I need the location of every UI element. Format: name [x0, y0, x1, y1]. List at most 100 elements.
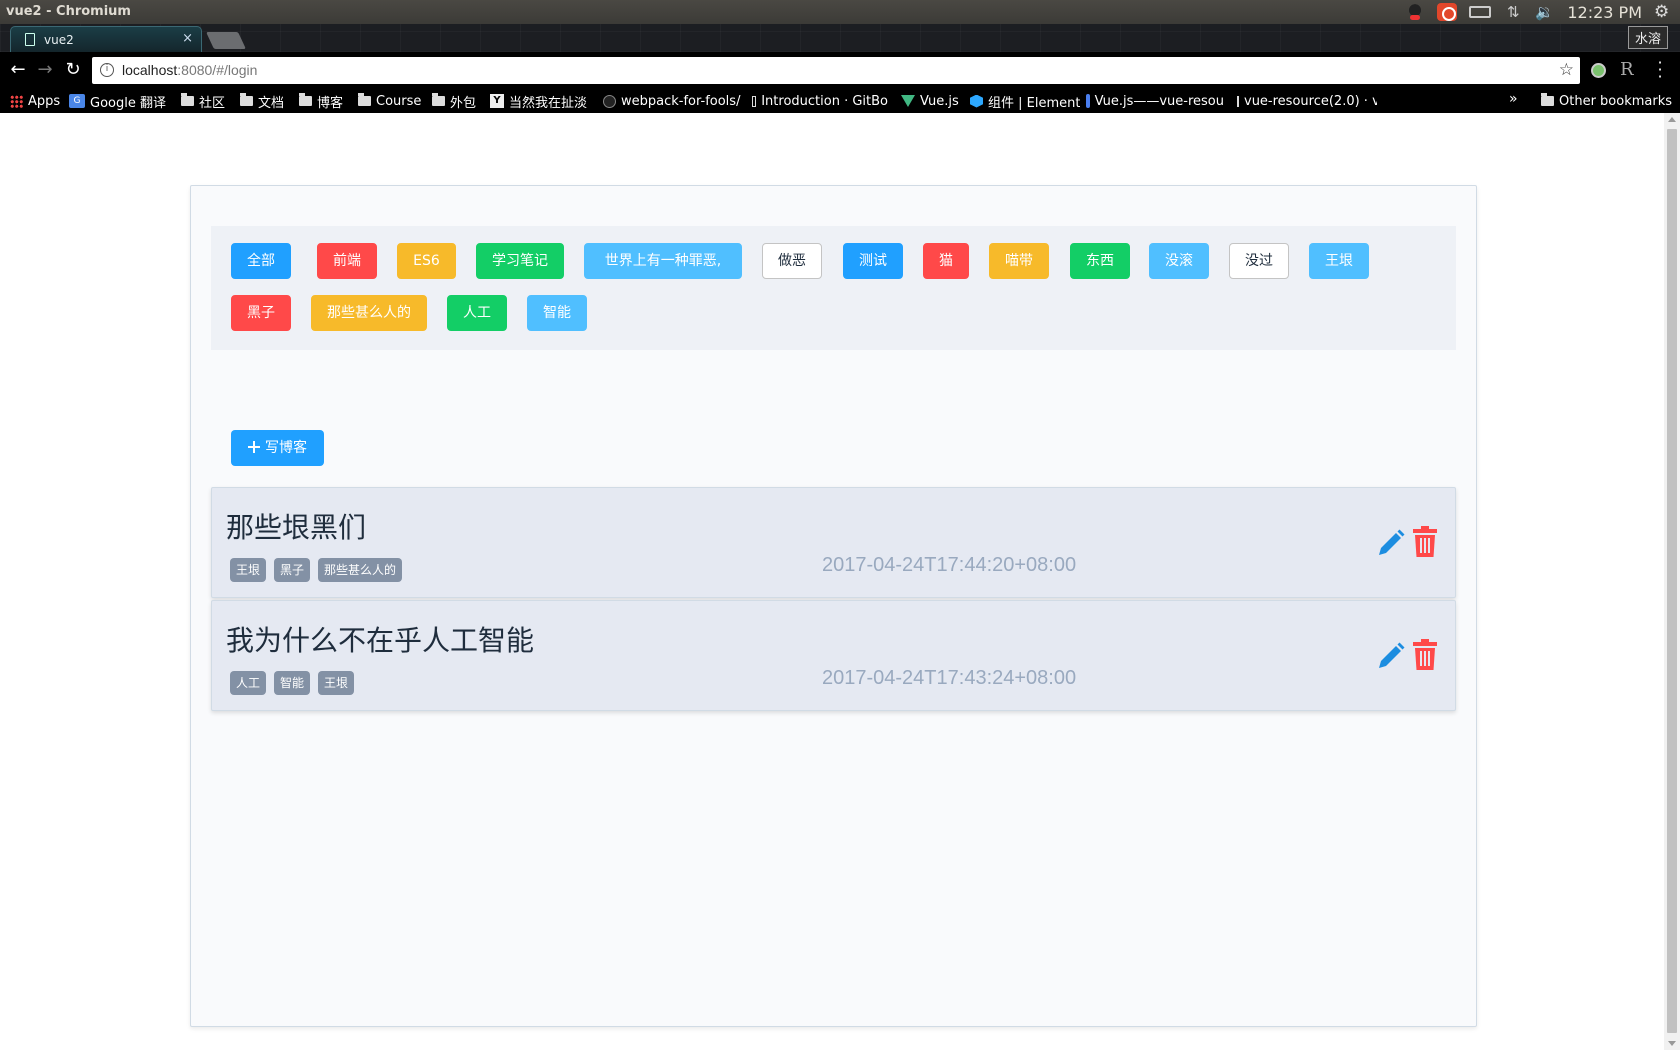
- tag-button[interactable]: 全部: [231, 243, 291, 279]
- extension-r-icon[interactable]: R: [1620, 59, 1634, 80]
- more-bookmarks-icon[interactable]: »: [1509, 91, 1518, 107]
- bookmark-apps[interactable]: Apps: [10, 92, 60, 110]
- tag-filter-panel: 全部 前端 ES6 学习笔记 世界上有一种罪恶, 做恶 测试 猫 喵带 东西 没…: [211, 226, 1456, 350]
- tag-button[interactable]: ES6: [397, 243, 456, 279]
- tag-button[interactable]: 世界上有一种罪恶,: [584, 243, 742, 279]
- delete-trash-icon[interactable]: [1412, 526, 1438, 558]
- page-scrollbar[interactable]: [1664, 113, 1680, 1050]
- tag-button[interactable]: 没过: [1229, 243, 1289, 279]
- delete-trash-icon[interactable]: [1412, 639, 1438, 671]
- post-tag[interactable]: 黑子: [274, 558, 311, 582]
- gitbook-icon: [752, 95, 757, 107]
- tag-button[interactable]: 智能: [527, 295, 587, 331]
- edit-pencil-icon[interactable]: [1376, 528, 1406, 558]
- system-tray: ⇅ 🔉 12:23 PM ⚙: [1405, 2, 1674, 22]
- folder-icon: [299, 93, 312, 106]
- folder-icon: [432, 93, 445, 106]
- forward-arrow-icon[interactable]: →: [33, 58, 57, 82]
- post-tags: 人工 智能 王垠: [230, 671, 355, 695]
- os-top-bar: vue2 - Chromium ⇅ 🔉 12:23 PM ⚙: [0, 0, 1680, 24]
- reload-icon[interactable]: ↻: [61, 58, 85, 82]
- google-translate-icon: G: [69, 94, 85, 108]
- tag-button[interactable]: 做恶: [762, 243, 822, 279]
- page-viewport: 全部 前端 ES6 学习笔记 世界上有一种罪恶, 做恶 测试 猫 喵带 东西 没…: [0, 113, 1664, 1050]
- volume-icon[interactable]: 🔉: [1535, 3, 1555, 21]
- tag-button[interactable]: 猫: [923, 243, 969, 279]
- tag-button[interactable]: 人工: [447, 295, 507, 331]
- vue-icon: [901, 95, 915, 107]
- post-title[interactable]: 那些垠黑们: [226, 506, 366, 546]
- bookmark-other[interactable]: Other bookmarks: [1541, 92, 1672, 110]
- address-bar[interactable]: i localhost:8080/#/login ☆: [92, 57, 1580, 84]
- clock[interactable]: 12:23 PM: [1567, 3, 1642, 22]
- bookmark-link[interactable]: Introduction · GitBo: [752, 92, 888, 110]
- tab-title: vue2: [44, 33, 74, 47]
- folder-icon: [358, 93, 371, 106]
- keyboard-icon[interactable]: [1469, 6, 1492, 18]
- tag-button[interactable]: 王垠: [1309, 243, 1369, 279]
- bookmark-folder[interactable]: 外包: [432, 92, 476, 110]
- bookmark-folder[interactable]: 文档: [240, 92, 284, 110]
- bookmark-folder[interactable]: 博客: [299, 92, 343, 110]
- tag-button[interactable]: 前端: [317, 243, 377, 279]
- tag-button[interactable]: 学习笔记: [476, 243, 564, 279]
- menu-dots-icon[interactable]: · · ·: [1655, 55, 1665, 85]
- scroll-up-arrow-icon[interactable]: [1668, 117, 1676, 122]
- post-title[interactable]: 我为什么不在乎人工智能: [226, 619, 534, 659]
- scroll-down-arrow-icon[interactable]: [1668, 1041, 1676, 1046]
- gitbook-icon: [1237, 95, 1239, 107]
- post-item[interactable]: 我为什么不在乎人工智能 人工 智能 王垠 2017-04-24T17:43:24…: [211, 600, 1456, 711]
- post-date: 2017-04-24T17:43:24+08:00: [822, 667, 1077, 689]
- bookmark-link[interactable]: 组件 | Element: [970, 92, 1080, 110]
- bookmark-folder[interactable]: 社区: [181, 92, 225, 110]
- write-blog-button[interactable]: 写博客: [231, 430, 324, 466]
- post-tag[interactable]: 王垠: [230, 558, 267, 582]
- github-icon: [603, 94, 616, 108]
- folder-icon: [240, 93, 253, 106]
- weibo-icon[interactable]: [1437, 3, 1458, 21]
- tab-vue2[interactable]: vue2 ×: [10, 26, 202, 52]
- star-icon[interactable]: ☆: [1559, 60, 1574, 80]
- network-icon[interactable]: ⇅: [1503, 3, 1523, 21]
- info-icon[interactable]: i: [100, 63, 114, 77]
- bookmark-link[interactable]: vue-resource(2.0) · v: [1237, 92, 1377, 110]
- bookmark-google-translate[interactable]: G Google 翻译: [69, 92, 166, 110]
- y-icon: Y: [490, 94, 504, 108]
- tab-strip: vue2 × 水溶: [0, 24, 1680, 52]
- tag-button[interactable]: 黑子: [231, 295, 291, 331]
- bookmarks-bar: Apps G Google 翻译 社区 文档 博客 Course 外包 Y 当然…: [0, 89, 1680, 113]
- folder-icon: [1541, 93, 1554, 106]
- bookmark-link[interactable]: webpack-for-fools/: [603, 92, 743, 110]
- post-tag[interactable]: 人工: [230, 671, 267, 695]
- bookmark-link[interactable]: Vue.js: [901, 92, 959, 110]
- gear-icon[interactable]: ⚙: [1654, 3, 1674, 21]
- extension-green-icon[interactable]: [1591, 63, 1606, 78]
- tag-button[interactable]: 喵带: [989, 243, 1049, 279]
- url-text[interactable]: localhost:8080/#/login: [122, 62, 257, 78]
- bookmark-folder[interactable]: Course: [358, 92, 421, 110]
- tag-button[interactable]: 测试: [843, 243, 903, 279]
- file-icon: [25, 33, 35, 46]
- window-title: vue2 - Chromium: [6, 4, 131, 19]
- folder-icon: [181, 93, 194, 106]
- post-item[interactable]: 那些垠黑们 王垠 黑子 那些甚么人的 2017-04-24T17:44:20+0…: [211, 487, 1456, 598]
- blog-card: 全部 前端 ES6 学习笔记 世界上有一种罪恶, 做恶 测试 猫 喵带 东西 没…: [190, 185, 1477, 1027]
- back-arrow-icon[interactable]: ←: [6, 58, 30, 82]
- post-tag[interactable]: 那些甚么人的: [318, 558, 403, 582]
- tag-button[interactable]: 那些甚么人的: [311, 295, 427, 331]
- qq-icon[interactable]: [1405, 3, 1426, 21]
- ime-indicator[interactable]: 水溶: [1627, 26, 1668, 49]
- bookmark-link[interactable]: Vue.js——vue-resou: [1086, 92, 1224, 110]
- close-icon[interactable]: ×: [182, 31, 193, 46]
- post-tag[interactable]: 王垠: [318, 671, 355, 695]
- tag-button[interactable]: 没滚: [1149, 243, 1209, 279]
- new-tab-button[interactable]: [206, 32, 246, 49]
- post-tags: 王垠 黑子 那些甚么人的: [230, 558, 403, 582]
- bookmark-link[interactable]: Y 当然我在扯淡: [490, 92, 587, 110]
- scrollbar-thumb[interactable]: [1667, 129, 1677, 1033]
- navigation-bar: ← → ↻ i localhost:8080/#/login ☆ R · · ·: [0, 52, 1680, 89]
- edit-pencil-icon[interactable]: [1376, 641, 1406, 671]
- post-tag[interactable]: 智能: [274, 671, 311, 695]
- tag-button[interactable]: 东西: [1070, 243, 1130, 279]
- plus-icon: [248, 441, 260, 453]
